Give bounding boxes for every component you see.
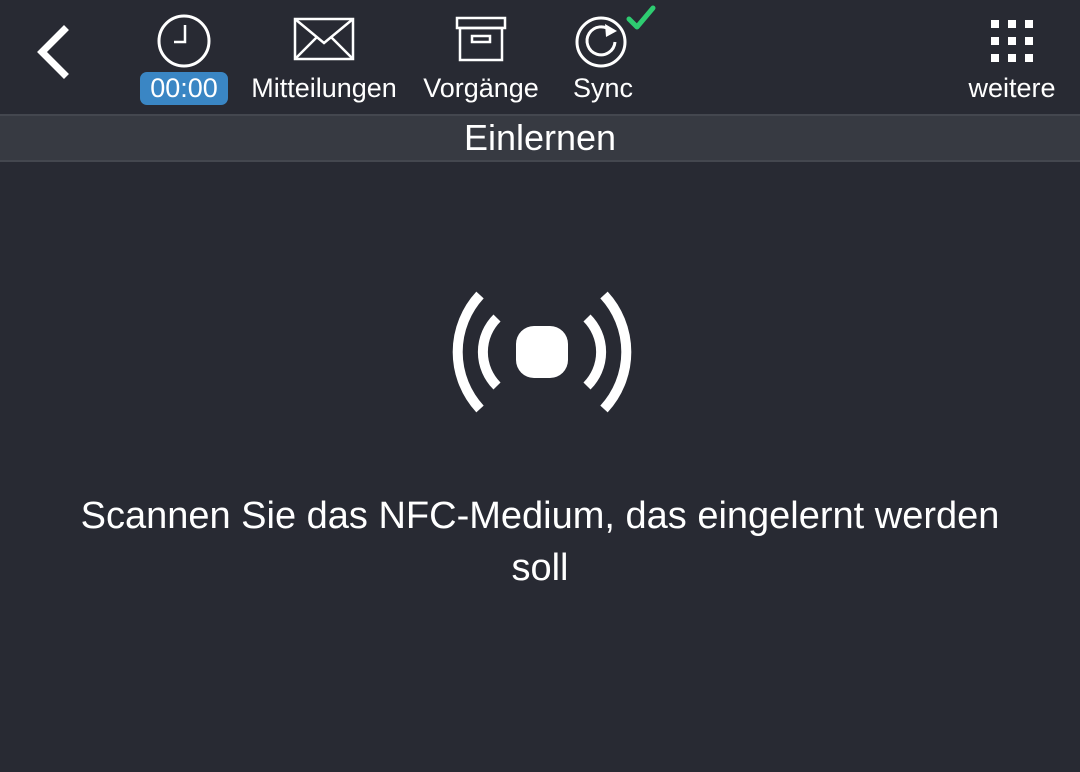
messages-label: Mitteilungen xyxy=(251,73,397,103)
title-bar: Einlernen xyxy=(0,114,1080,162)
page-title: Einlernen xyxy=(463,117,617,158)
clock-icon xyxy=(157,14,211,68)
processes-label: Vorgänge xyxy=(423,73,539,103)
messages-button[interactable]: Mitteilungen xyxy=(244,0,404,114)
sync-button[interactable]: Sync xyxy=(562,0,656,114)
sync-icon xyxy=(575,16,627,68)
top-toolbar: 00:00 Mitteilungen Vorgänge Sync weitere xyxy=(0,0,1080,114)
more-label: weitere xyxy=(968,73,1056,103)
more-button[interactable]: weitere xyxy=(958,0,1066,114)
archive-box-icon xyxy=(455,16,507,62)
instruction-message: Scannen Sie das NFC-Medium, das eingeler… xyxy=(80,495,1000,589)
nfc-enrollment-screen: 00:00 Mitteilungen Vorgänge Sync weitere… xyxy=(0,0,1080,772)
time-badge: 00:00 xyxy=(140,72,228,105)
nfc-signal-icon xyxy=(452,291,632,413)
envelope-icon xyxy=(293,17,355,61)
processes-button[interactable]: Vorgänge xyxy=(418,0,544,114)
chevron-left-icon xyxy=(37,25,69,79)
back-button[interactable] xyxy=(22,18,86,88)
checkmark-icon xyxy=(626,5,656,30)
grid-icon xyxy=(991,20,1033,62)
sync-label: Sync xyxy=(572,73,634,103)
